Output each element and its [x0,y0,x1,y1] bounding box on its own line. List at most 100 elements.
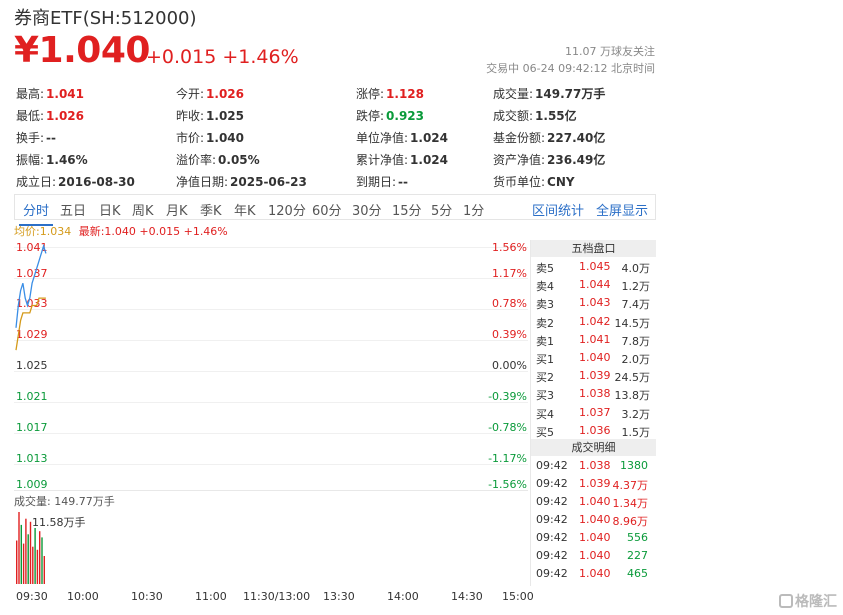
volume-bar [29,521,32,584]
turnover-label: 换手: [16,131,45,145]
market-price-label: 市价: [176,131,205,145]
latest-price-line [15,243,47,328]
interval-stats-button[interactable]: 区间统计 [532,200,584,219]
limit-down-value: 0.923 [386,109,425,123]
tab-60min[interactable]: 60分 [312,200,342,219]
book-price: 1.038 [579,387,611,401]
book-volume: 3.2万 [621,407,651,421]
net-assets-value: 236.49亿 [547,153,606,167]
order-book-rows: 卖5 1.045 4.0万 卖4 1.044 1.2万 卖3 1.043 7.4万 卖2 1.042… [531,257,656,439]
prev-close-label: 昨收: [176,109,205,123]
limit-down-label: 跌停: [356,109,385,123]
x-tick: 11:30/13:00 [243,590,311,603]
book-volume: 7.4万 [621,298,651,312]
volume-value: 149.77万手 [535,87,606,101]
trade-row: 09:42 1.040 465 [531,564,656,582]
nav-date-value: 2025-06-23 [230,175,307,189]
trades-header: 成交明细 [531,438,656,456]
trade-time: 09:42 [536,530,568,544]
book-volume: 24.5万 [614,371,651,385]
prev-close-value: 1.025 [206,109,245,123]
low-label: 最低: [16,109,45,123]
established-label: 成立日: [16,175,57,189]
x-tick: 11:00 [195,590,227,603]
tab-yearly-k[interactable]: 年K [234,200,256,219]
book-price: 1.041 [579,332,611,346]
trade-row: 09:42 1.040 556 [531,528,656,546]
book-volume: 7.8万 [621,334,651,348]
trade-volume: 556 [627,530,648,544]
order-book-row: 卖2 1.042 14.5万 [531,312,656,330]
volume-bar [41,537,43,584]
trade-row: 09:42 1.040 8.96万 [531,510,656,528]
trade-time: 09:42 [536,566,568,580]
book-side-label: 卖5 [536,262,554,275]
book-volume: 4.0万 [621,262,651,275]
trade-price: 1.040 [579,512,611,526]
order-book-row: 买1 1.040 2.0万 [531,348,656,366]
trade-time: 09:42 [536,476,568,490]
limit-up-value: 1.128 [386,87,425,101]
trade-row: 09:42 1.040 227 [531,546,656,564]
logo-icon [779,594,793,608]
tab-daily-k[interactable]: 日K [99,200,121,219]
trade-volume: 1.34万 [612,496,649,510]
order-book-row: 买3 1.038 13.8万 [531,384,656,402]
volume-chart [16,512,45,584]
x-tick: 14:00 [387,590,419,603]
book-side-label: 卖4 [536,280,554,294]
tab-5min[interactable]: 5分 [431,200,452,219]
book-price: 1.037 [579,405,611,419]
volume-bar [39,531,41,584]
book-volume: 13.8万 [614,389,651,403]
tab-120min[interactable]: 120分 [268,200,306,219]
book-price: 1.045 [579,260,611,273]
book-side-label: 卖2 [536,316,554,330]
market-price-value: 1.040 [206,131,245,145]
trade-volume: 465 [627,566,648,580]
trade-row: 09:42 1.040 1.34万 [531,492,656,510]
limit-up-label: 涨停: [356,87,385,101]
tab-1min[interactable]: 1分 [463,200,484,219]
net-assets-label: 资产净值: [493,153,546,167]
trade-time: 09:42 [536,548,568,562]
tab-weekly-k[interactable]: 周K [132,200,154,219]
avg-price-legend: 均价:1.034 [14,225,72,238]
book-price: 1.043 [579,296,611,310]
volume-panel-label: 成交量: 149.77万手 [14,495,115,508]
trading-status: 交易中 06-24 09:42:12 北京时间 [486,62,655,75]
book-side-label: 买5 [536,425,554,439]
book-volume: 14.5万 [614,316,651,330]
watermark-text: 格隆汇 [795,594,837,610]
trade-volume: 4.37万 [612,478,649,492]
tab-intraday[interactable]: 分时 [18,200,54,226]
x-tick: 13:30 [323,590,355,603]
book-side-label: 买4 [536,407,554,421]
order-book-row: 买5 1.036 1.5万 [531,421,656,439]
trade-row: 09:42 1.038 1380 [531,456,656,474]
avg-price-line [15,297,46,351]
book-side-label: 买3 [536,389,554,403]
established-value: 2016-08-30 [58,175,135,189]
volume-bar [34,528,36,584]
volume-bar [32,546,34,584]
book-price: 1.036 [579,423,611,437]
tab-30min[interactable]: 30分 [352,200,382,219]
x-tick: 10:30 [131,590,163,603]
fund-share-value: 227.40亿 [547,131,606,145]
stock-title: 券商ETF(SH:512000) [14,8,197,29]
premium-value: 0.05% [218,153,260,167]
trade-price: 1.040 [579,566,611,580]
tab-quarterly-k[interactable]: 季K [200,200,222,219]
period-tabs: 分时 五日 日K 周K 月K 季K 年K 120分 60分 30分 15分 5分… [14,194,656,226]
low-value: 1.026 [46,109,85,123]
book-side-label: 买2 [536,371,554,385]
tab-15min[interactable]: 15分 [392,200,422,219]
book-side-label: 卖1 [536,334,554,348]
fullscreen-button[interactable]: 全屏显示 [596,200,648,219]
watermark-logo: 格隆汇 [779,591,837,611]
turnover-value: -- [46,131,57,145]
current-price: ¥1.040 [14,30,150,71]
tab-monthly-k[interactable]: 月K [166,200,188,219]
tab-five-day[interactable]: 五日 [60,200,86,219]
